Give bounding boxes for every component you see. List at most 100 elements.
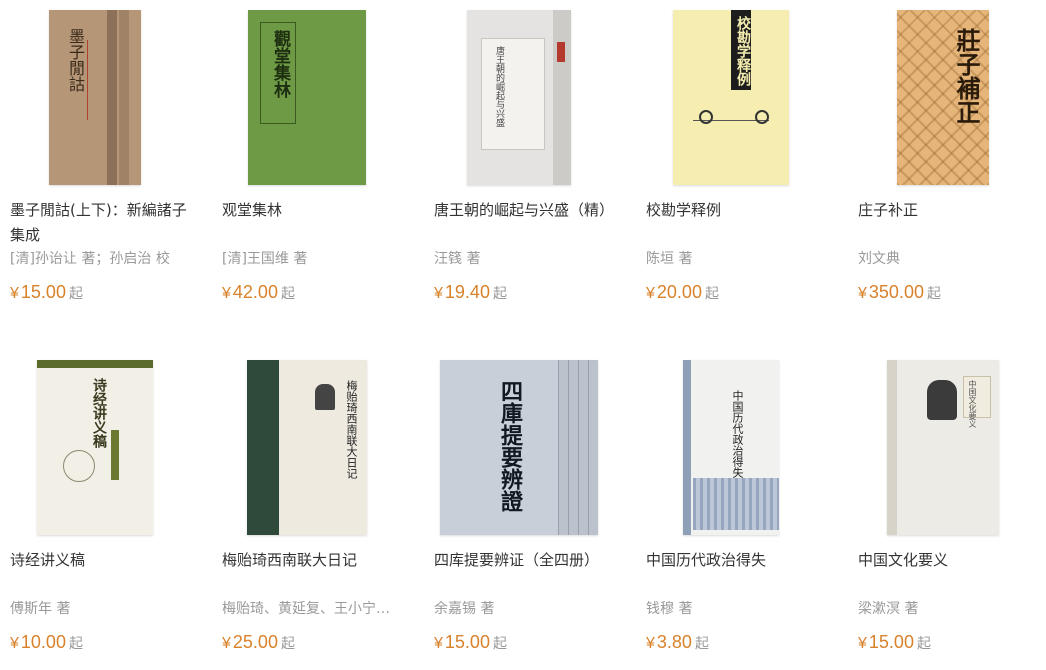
book-author: 傅斯年 著	[10, 601, 71, 617]
book-card[interactable]: 诗经讲义稿 诗经讲义稿 傅斯年 著 ¥10.00 起	[0, 350, 200, 670]
cover-title-text: 四庫提要辨證	[497, 380, 523, 512]
book-author: [清]孙诒让 著；孙启治 校	[10, 251, 170, 267]
currency-symbol: ¥	[10, 635, 19, 652]
book-cover-link[interactable]: 中国文化要义	[848, 360, 1038, 540]
book-cover-link[interactable]: 觀堂集林	[212, 10, 402, 190]
book-title-link[interactable]: 诗经讲义稿	[10, 548, 196, 573]
book-cover-image[interactable]: 梅贻琦西南联大日记	[247, 360, 367, 535]
book-card[interactable]: 莊子補正 庄子补正 刘文典 ¥350.00 起	[848, 0, 1046, 320]
book-cover-link[interactable]: 四庫提要辨證	[424, 360, 614, 540]
cover-title-text: 莊子補正	[952, 28, 981, 124]
book-cover-link[interactable]: 唐王朝的崛起与兴盛	[424, 10, 614, 190]
book-cover-link[interactable]: 墨子閒詁	[0, 10, 190, 190]
cover-title-text: 墨子閒詁	[66, 28, 85, 92]
price-suffix: 起	[694, 636, 709, 652]
book-price: ¥20.00 起	[646, 282, 719, 303]
book-author: 钱穆 著	[646, 601, 693, 617]
book-cover-link[interactable]: 中国历代政治得失	[636, 360, 826, 540]
book-cover-image[interactable]: 唐王朝的崛起与兴盛	[467, 10, 571, 185]
book-price: ¥25.00 起	[222, 632, 295, 653]
cover-title-text: 中国历代政治得失	[731, 390, 744, 478]
price-value: 42.00	[232, 282, 278, 302]
price-value: 25.00	[232, 632, 278, 652]
book-author: 汪篯 著	[434, 251, 481, 267]
book-cover-image[interactable]: 莊子補正	[897, 10, 989, 185]
book-title-link[interactable]: 四库提要辨证（全四册）	[434, 548, 620, 573]
cover-title-text: 觀堂集林	[270, 30, 290, 98]
price-suffix: 起	[926, 286, 941, 302]
book-price: ¥15.00 起	[434, 632, 507, 653]
book-card[interactable]: 中国文化要义 中国文化要义 梁漱溟 著 ¥15.00 起	[848, 350, 1046, 670]
book-author: 陈垣 著	[646, 251, 693, 267]
book-title-link[interactable]: 墨子閒詁(上下)：新編諸子集成	[10, 198, 196, 248]
book-card[interactable]: 四庫提要辨證 四库提要辨证（全四册） 余嘉锡 著 ¥15.00 起	[424, 350, 624, 670]
price-value: 350.00	[868, 282, 924, 302]
price-suffix: 起	[916, 636, 931, 652]
book-grid: 墨子閒詁 墨子閒詁(上下)：新編諸子集成 [清]孙诒让 著；孙启治 校 ¥15.…	[0, 0, 1046, 662]
book-cover-image[interactable]: 中国文化要义	[887, 360, 999, 535]
book-author: 刘文典	[858, 251, 900, 267]
cover-title-text: 中国文化要义	[968, 380, 977, 428]
book-author: [清]王国维 著	[222, 251, 308, 267]
book-title-link[interactable]: 唐王朝的崛起与兴盛（精）	[434, 198, 620, 223]
cover-title-text: 校勘学释例	[735, 16, 751, 86]
price-suffix: 起	[280, 286, 295, 302]
book-cover-image[interactable]: 四庫提要辨證	[440, 360, 598, 535]
book-card[interactable]: 墨子閒詁 墨子閒詁(上下)：新編諸子集成 [清]孙诒让 著；孙启治 校 ¥15.…	[0, 0, 200, 320]
book-cover-link[interactable]: 莊子補正	[848, 10, 1038, 190]
book-title-link[interactable]: 校勘学释例	[646, 198, 832, 223]
book-author: 梁漱溟 著	[858, 601, 919, 617]
book-card[interactable]: 唐王朝的崛起与兴盛 唐王朝的崛起与兴盛（精） 汪篯 著 ¥19.40 起	[424, 0, 624, 320]
price-value: 10.00	[20, 632, 66, 652]
price-suffix: 起	[68, 286, 83, 302]
book-cover-link[interactable]: 校勘学释例	[636, 10, 826, 190]
book-price: ¥15.00 起	[10, 282, 83, 303]
currency-symbol: ¥	[434, 285, 443, 302]
cover-title-text: 唐王朝的崛起与兴盛	[494, 46, 504, 127]
book-title-link[interactable]: 观堂集林	[222, 198, 408, 223]
currency-symbol: ¥	[434, 635, 443, 652]
book-author: 余嘉锡 著	[434, 601, 495, 617]
book-cover-image[interactable]: 墨子閒詁	[49, 10, 141, 185]
book-title-link[interactable]: 中国文化要义	[858, 548, 1044, 573]
book-price: ¥15.00 起	[858, 632, 931, 653]
currency-symbol: ¥	[858, 635, 867, 652]
price-suffix: 起	[68, 636, 83, 652]
cover-title-text: 梅贻琦西南联大日记	[345, 380, 358, 479]
book-price: ¥3.80 起	[646, 632, 709, 653]
book-price: ¥19.40 起	[434, 282, 507, 303]
book-card[interactable]: 中国历代政治得失 中国历代政治得失 钱穆 著 ¥3.80 起	[636, 350, 836, 670]
cover-title-text: 诗经讲义稿	[91, 378, 107, 448]
currency-symbol: ¥	[858, 285, 867, 302]
currency-symbol: ¥	[646, 285, 655, 302]
book-price: ¥350.00 起	[858, 282, 941, 303]
currency-symbol: ¥	[222, 635, 231, 652]
book-cover-image[interactable]: 中国历代政治得失	[683, 360, 779, 535]
book-title-link[interactable]: 中国历代政治得失	[646, 548, 832, 573]
book-cover-image[interactable]: 诗经讲义稿	[37, 360, 153, 535]
price-suffix: 起	[492, 286, 507, 302]
book-cover-link[interactable]: 诗经讲义稿	[0, 360, 190, 540]
book-title-link[interactable]: 梅贻琦西南联大日记	[222, 548, 408, 573]
book-price: ¥10.00 起	[10, 632, 83, 653]
price-value: 15.00	[20, 282, 66, 302]
price-value: 19.40	[444, 282, 490, 302]
book-card[interactable]: 梅贻琦西南联大日记 梅贻琦西南联大日记 梅贻琦、黄延复、王小宁 整理 ¥25.0…	[212, 350, 412, 670]
currency-symbol: ¥	[10, 285, 19, 302]
price-value: 20.00	[656, 282, 702, 302]
price-value: 3.80	[656, 632, 692, 652]
currency-symbol: ¥	[646, 635, 655, 652]
price-value: 15.00	[444, 632, 490, 652]
book-price: ¥42.00 起	[222, 282, 295, 303]
currency-symbol: ¥	[222, 285, 231, 302]
book-author: 梅贻琦、黄延复、王小宁 整理	[222, 601, 394, 617]
book-card[interactable]: 校勘学释例 校勘学释例 陈垣 著 ¥20.00 起	[636, 0, 836, 320]
price-suffix: 起	[704, 286, 719, 302]
price-suffix: 起	[280, 636, 295, 652]
book-card[interactable]: 觀堂集林 观堂集林 [清]王国维 著 ¥42.00 起	[212, 0, 412, 320]
book-cover-link[interactable]: 梅贻琦西南联大日记	[212, 360, 402, 540]
price-suffix: 起	[492, 636, 507, 652]
book-cover-image[interactable]: 校勘学释例	[673, 10, 789, 185]
book-title-link[interactable]: 庄子补正	[858, 198, 1044, 223]
book-cover-image[interactable]: 觀堂集林	[248, 10, 366, 185]
